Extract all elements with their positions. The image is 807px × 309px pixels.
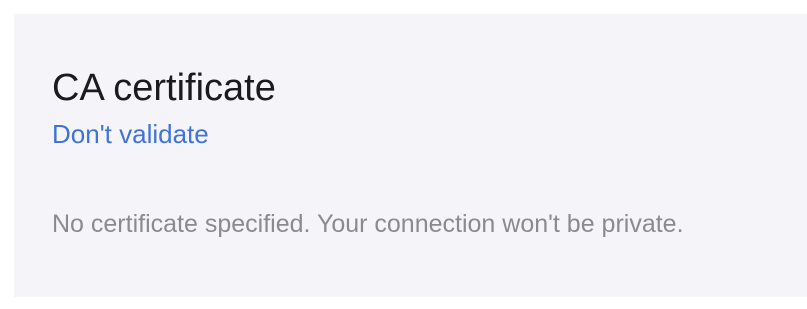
setting-title: CA certificate <box>52 67 276 109</box>
validation-option-link[interactable]: Don't validate <box>52 118 209 150</box>
privacy-warning-text: No certificate specified. Your connectio… <box>52 210 684 238</box>
ca-certificate-setting-card[interactable]: CA certificate Don't validate No certifi… <box>14 14 807 297</box>
